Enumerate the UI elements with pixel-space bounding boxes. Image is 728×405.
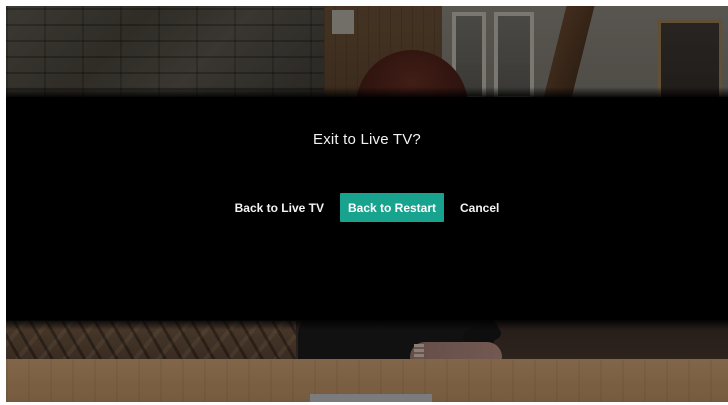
- back-to-restart-button[interactable]: Back to Restart: [339, 193, 445, 222]
- dialog-button-row: Back to Live TV Back to Restart Cancel: [6, 193, 728, 222]
- exit-dialog: Exit to Live TV? Back to Live TV Back to…: [6, 87, 728, 330]
- dialog-title: Exit to Live TV?: [313, 131, 421, 148]
- tv-screen: Exit to Live TV? Back to Live TV Back to…: [0, 0, 728, 405]
- back-to-live-tv-button[interactable]: Back to Live TV: [227, 193, 332, 222]
- cancel-button[interactable]: Cancel: [452, 193, 507, 222]
